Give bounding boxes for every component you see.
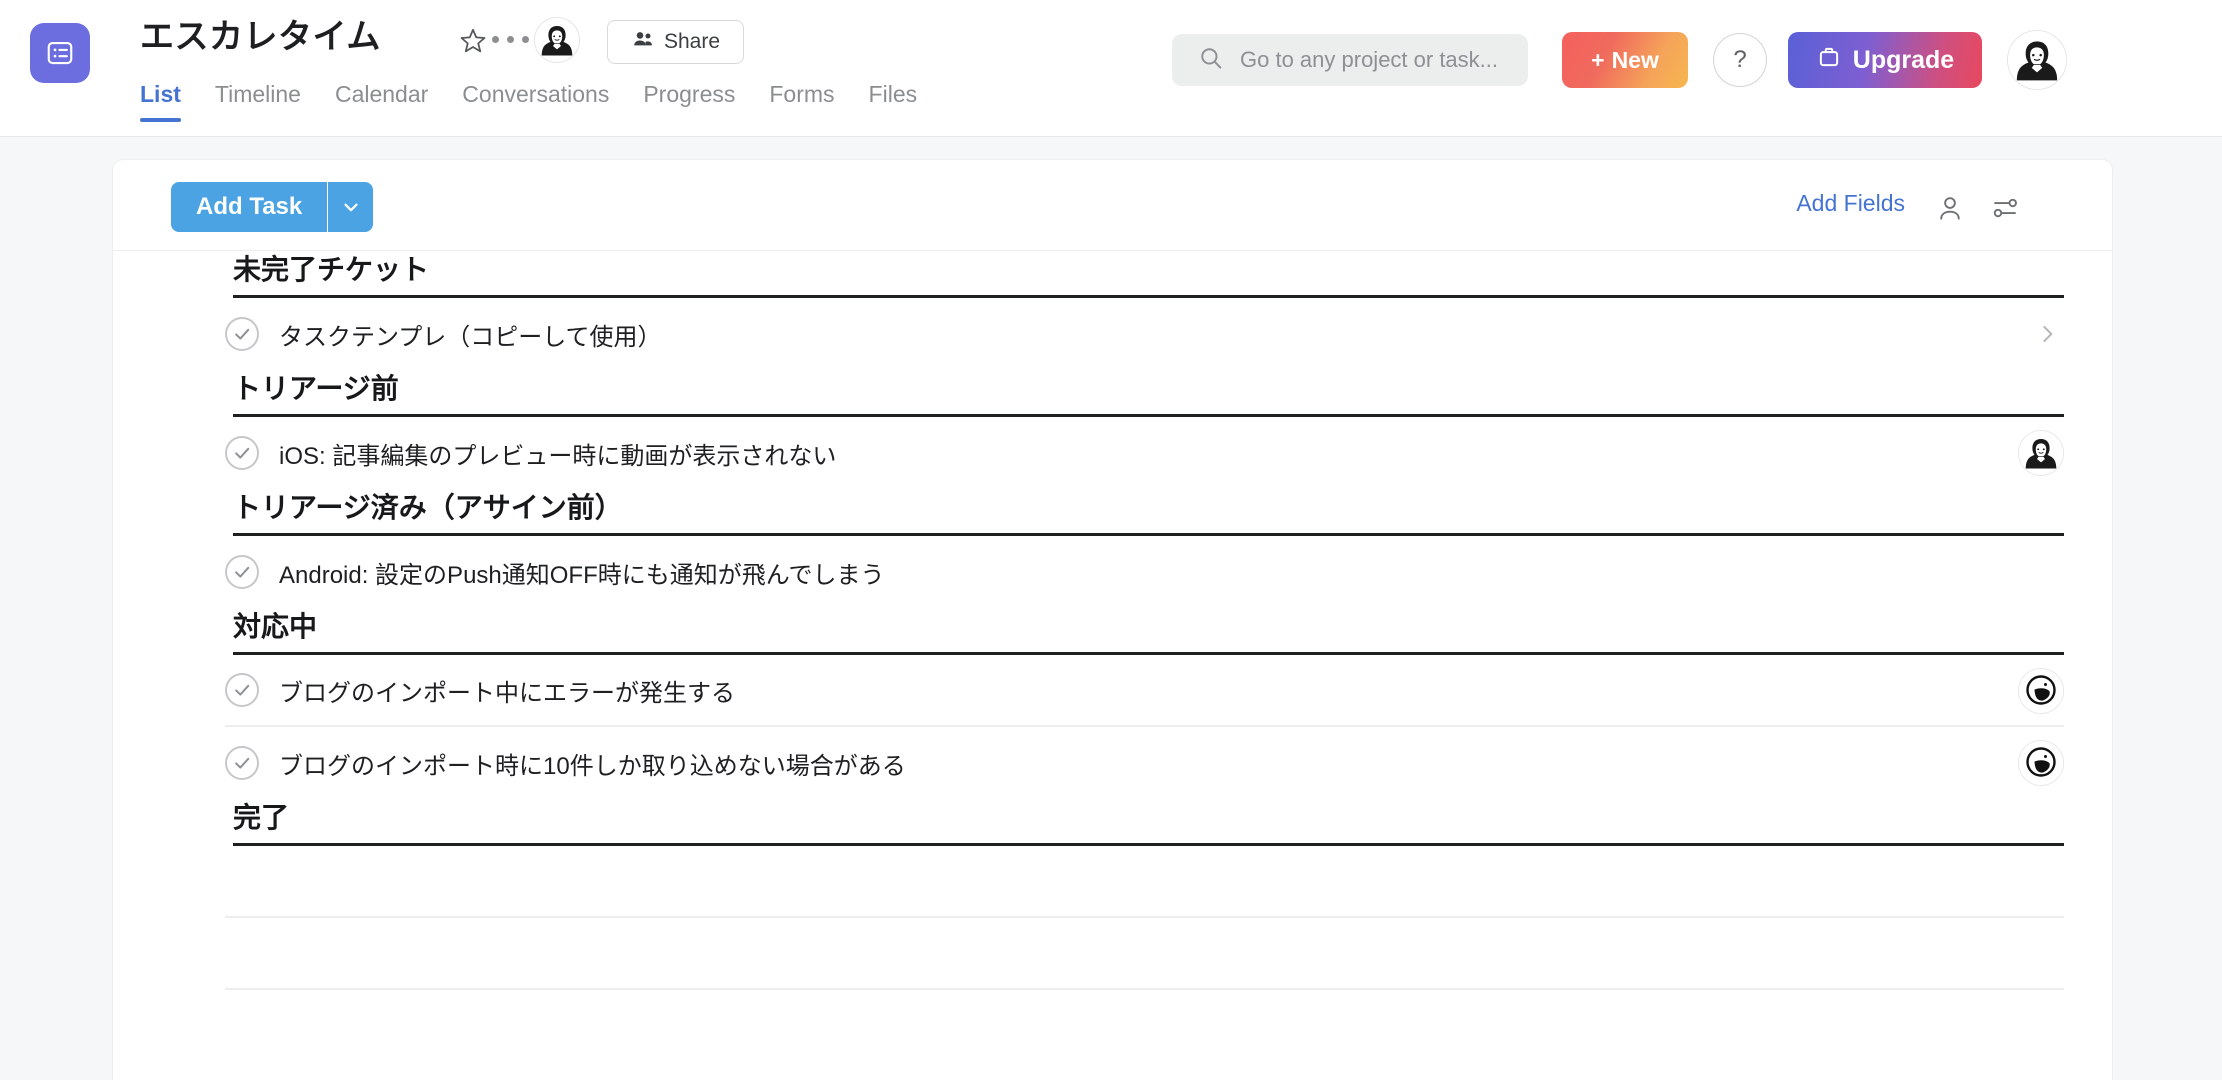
section-title: トリアージ済み（アサイン前） (233, 492, 623, 523)
upgrade-button[interactable]: Upgrade (1788, 32, 1982, 88)
section-header[interactable]: トリアージ前 (233, 370, 2064, 417)
task-list: 未完了チケット タスクテンプレ（コピーして使用） トリアージ前 iOS: 記事編… (113, 251, 2112, 990)
empty-task-row[interactable] (225, 846, 2064, 918)
section-group: 対応中 (113, 608, 2112, 655)
avatar[interactable] (2018, 668, 2064, 714)
row-right-area (2018, 655, 2064, 727)
task-name[interactable]: タスクテンプレ（コピーして使用） (279, 317, 662, 352)
briefcase-icon (1816, 44, 1842, 77)
section-group: トリアージ済み（アサイン前） (113, 489, 2112, 536)
table-row[interactable]: iOS: 記事編集のプレビュー時に動画が表示されない (225, 417, 2064, 489)
tab-list[interactable]: List (140, 80, 202, 122)
check-circle-icon[interactable] (225, 317, 259, 351)
search-input[interactable]: Go to any project or task... (1172, 34, 1528, 86)
tab-calendar[interactable]: Calendar (335, 80, 449, 122)
check-circle-icon[interactable] (225, 555, 259, 589)
table-row[interactable]: タスクテンプレ（コピーして使用） (225, 298, 2064, 370)
account-avatar[interactable] (2007, 30, 2067, 90)
add-fields-button[interactable]: Add Fields (1796, 190, 1905, 217)
table-row[interactable]: ブログのインポート中にエラーが発生する (225, 655, 2064, 727)
section-header[interactable]: 対応中 (233, 608, 2064, 655)
people-icon (631, 27, 655, 57)
row-right-area (2030, 298, 2064, 370)
top-bar: エスカレタイム Share List Timeline Calendar Con… (0, 0, 2222, 137)
section-group: 完了 (113, 799, 2112, 846)
section-title: トリアージ前 (233, 373, 399, 404)
empty-task-row[interactable] (225, 918, 2064, 990)
new-label: New (1611, 46, 1659, 73)
owner-avatar[interactable] (534, 17, 580, 63)
section-group: トリアージ前 (113, 370, 2112, 417)
share-button[interactable]: Share (607, 20, 744, 64)
tab-timeline[interactable]: Timeline (215, 80, 322, 122)
sort-filter-icon[interactable] (1983, 186, 2027, 230)
add-task-group: Add Task (171, 182, 374, 232)
search-icon (1198, 45, 1224, 76)
section-group: 未完了チケット (113, 251, 2112, 298)
avatar[interactable] (2018, 430, 2064, 476)
row-right-area (2018, 727, 2064, 799)
table-row[interactable]: ブログのインポート時に10件しか取り込めない場合がある (225, 727, 2064, 799)
chevron-down-icon[interactable] (328, 182, 374, 232)
tab-forms[interactable]: Forms (769, 80, 855, 122)
upgrade-label: Upgrade (1852, 45, 1955, 74)
section-header[interactable]: 未完了チケット (233, 251, 2064, 298)
section-header[interactable]: 完了 (233, 799, 2064, 846)
section-title: 未完了チケット (233, 254, 430, 285)
section-header[interactable]: トリアージ済み（アサイン前） (233, 489, 2064, 536)
plus-icon: + (1591, 46, 1605, 73)
check-circle-icon[interactable] (225, 746, 259, 780)
row-right-area (2018, 417, 2064, 489)
tab-conversations[interactable]: Conversations (462, 80, 630, 122)
page-title: エスカレタイム (140, 18, 381, 56)
list-logo-icon[interactable] (30, 23, 90, 83)
list-toolbar: Add Task Add Fields (113, 160, 2112, 251)
task-name[interactable]: ブログのインポート中にエラーが発生する (279, 673, 735, 708)
chevron-right-icon[interactable] (2030, 317, 2064, 351)
new-button[interactable]: + New (1562, 32, 1688, 88)
tab-files[interactable]: Files (869, 80, 939, 122)
section-title: 対応中 (233, 611, 318, 642)
tab-progress[interactable]: Progress (643, 80, 756, 122)
task-name[interactable]: Android: 設定のPush通知OFF時にも通知が飛んでしまう (279, 555, 885, 590)
help-button[interactable]: ? (1713, 33, 1767, 87)
table-row[interactable]: Android: 設定のPush通知OFF時にも通知が飛んでしまう (225, 536, 2064, 608)
share-label: Share (663, 30, 721, 53)
avatar[interactable] (2018, 740, 2064, 786)
add-task-button[interactable]: Add Task (171, 182, 329, 232)
check-circle-icon[interactable] (225, 673, 259, 707)
check-circle-icon[interactable] (225, 436, 259, 470)
section-title: 完了 (233, 802, 290, 833)
task-list-card: Add Task Add Fields 未完了チケット タスクテンプレ（コピーし… (113, 160, 2112, 1080)
task-name[interactable]: iOS: 記事編集のプレビュー時に動画が表示されない (279, 436, 836, 471)
task-name[interactable]: ブログのインポート時に10件しか取り込めない場合がある (279, 746, 906, 781)
view-tabs: List Timeline Calendar Conversations Pro… (140, 80, 951, 122)
person-icon[interactable] (1928, 186, 1972, 230)
search-placeholder: Go to any project or task... (1240, 47, 1499, 72)
